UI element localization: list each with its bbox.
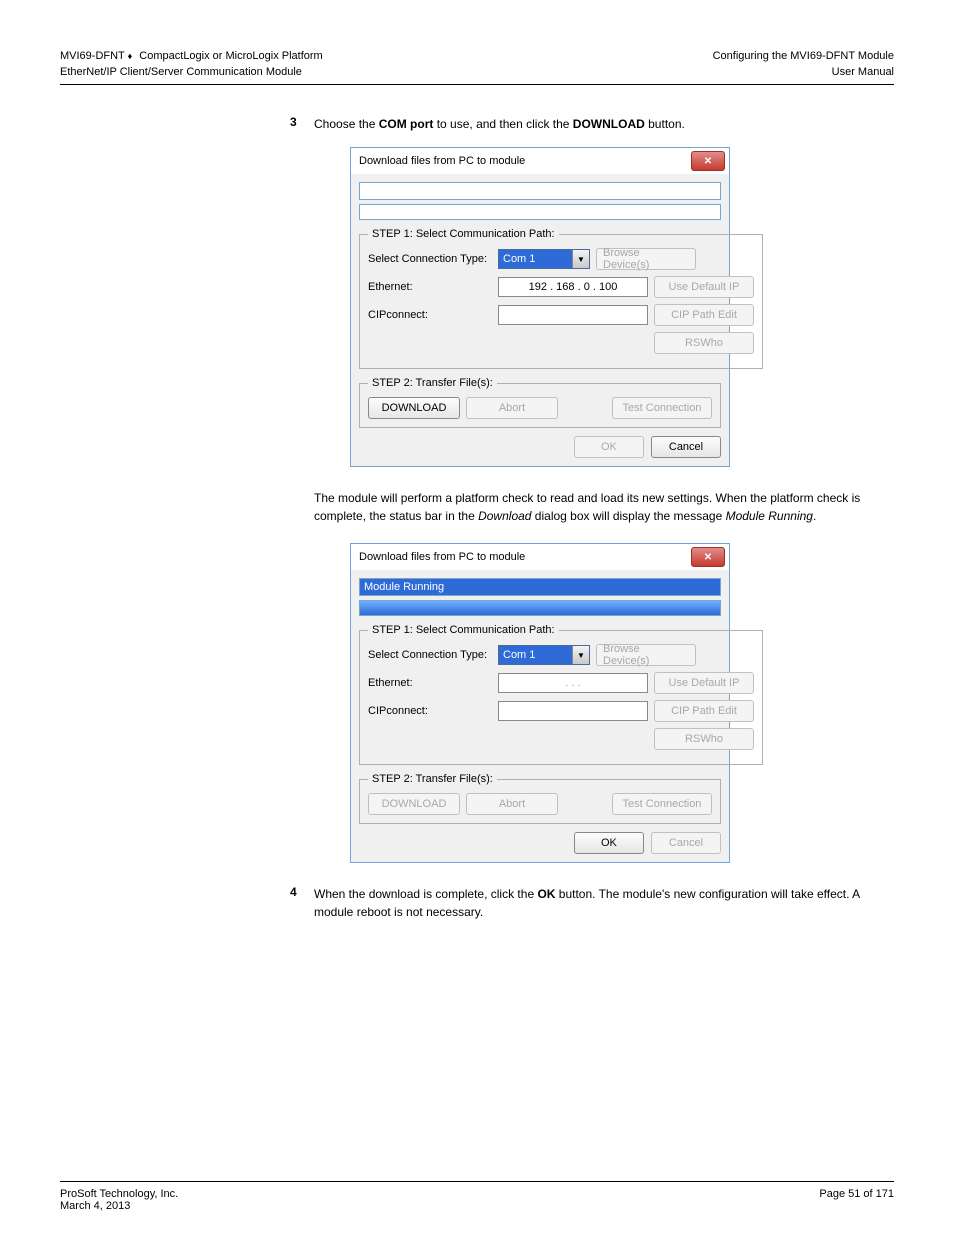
- ethernet-label: Ethernet:: [368, 677, 498, 689]
- step2-legend: STEP 2: Transfer File(s):: [368, 773, 497, 785]
- dialog-title-bar: Download files from PC to module ✕: [351, 148, 729, 174]
- ok-button[interactable]: OK: [574, 436, 644, 458]
- page-footer: ProSoft Technology, Inc. March 4, 2013 P…: [60, 1188, 894, 1212]
- step1-legend: STEP 1: Select Communication Path:: [368, 228, 559, 240]
- close-icon[interactable]: ✕: [691, 151, 725, 171]
- doc-header-line1: MVI69-DFNT ♦ CompactLogix or MicroLogix …: [60, 50, 894, 62]
- status-field: Module Running: [359, 578, 721, 596]
- cip-path-edit-button[interactable]: CIP Path Edit: [654, 304, 754, 326]
- download-button[interactable]: DOWNLOAD: [368, 793, 460, 815]
- select-connection-label: Select Connection Type:: [368, 649, 498, 661]
- use-default-ip-button[interactable]: Use Default IP: [654, 672, 754, 694]
- footer-date: March 4, 2013: [60, 1200, 819, 1212]
- diamond-icon: ♦: [128, 51, 133, 61]
- step-4-row: 4 When the download is complete, click t…: [290, 885, 864, 921]
- connection-type-combo[interactable]: Com 1 ▼: [498, 249, 590, 269]
- step-4-text: When the download is complete, click the…: [314, 885, 864, 921]
- platform-name: CompactLogix or MicroLogix Platform: [139, 50, 322, 62]
- ip-input[interactable]: 192 . 168 . 0 . 100: [498, 277, 648, 297]
- select-connection-label: Select Connection Type:: [368, 253, 498, 265]
- step-3-text: Choose the COM port to use, and then cli…: [314, 115, 685, 133]
- footer-page: Page 51 of 171: [819, 1188, 894, 1212]
- download-dialog-running: Download files from PC to module ✕ Modul…: [350, 543, 730, 863]
- header-right-2: User Manual: [400, 66, 894, 78]
- cip-path-input[interactable]: [498, 701, 648, 721]
- header-right-1: Configuring the MVI69-DFNT Module: [400, 50, 894, 62]
- step1-fieldset: STEP 1: Select Communication Path: Selec…: [359, 228, 763, 369]
- dialog-title: Download files from PC to module: [359, 155, 525, 167]
- cancel-button[interactable]: Cancel: [651, 832, 721, 854]
- download-dialog: Download files from PC to module ✕ STEP …: [350, 147, 730, 467]
- progress-bar: [359, 600, 721, 616]
- step-3-row: 3 Choose the COM port to use, and then c…: [290, 115, 864, 133]
- cancel-button[interactable]: Cancel: [651, 436, 721, 458]
- rswho-button[interactable]: RSWho: [654, 728, 754, 750]
- ip-input[interactable]: . . .: [498, 673, 648, 693]
- ethernet-label: Ethernet:: [368, 281, 498, 293]
- dialog-title: Download files from PC to module: [359, 551, 525, 563]
- cip-path-input[interactable]: [498, 305, 648, 325]
- test-connection-button[interactable]: Test Connection: [612, 397, 712, 419]
- cip-path-edit-button[interactable]: CIP Path Edit: [654, 700, 754, 722]
- chevron-down-icon[interactable]: ▼: [572, 646, 589, 664]
- step2-legend: STEP 2: Transfer File(s):: [368, 377, 497, 389]
- abort-button[interactable]: Abort: [466, 397, 558, 419]
- product-name: MVI69-DFNT: [60, 50, 128, 62]
- step1-fieldset: STEP 1: Select Communication Path: Selec…: [359, 624, 763, 765]
- connection-type-combo[interactable]: Com 1 ▼: [498, 645, 590, 665]
- footer-divider: [60, 1181, 894, 1182]
- status-field: [359, 182, 721, 200]
- abort-button[interactable]: Abort: [466, 793, 558, 815]
- step-3-number: 3: [290, 115, 314, 133]
- download-button[interactable]: DOWNLOAD: [368, 397, 460, 419]
- module-name: EtherNet/IP Client/Server Communication …: [60, 66, 400, 78]
- step-3-followup: The module will perform a platform check…: [314, 489, 864, 525]
- chevron-down-icon[interactable]: ▼: [572, 250, 589, 268]
- cipconnect-label: CIPconnect:: [368, 309, 498, 321]
- dialog-title-bar: Download files from PC to module ✕: [351, 544, 729, 570]
- browse-devices-button[interactable]: Browse Device(s): [596, 644, 696, 666]
- step1-legend: STEP 1: Select Communication Path:: [368, 624, 559, 636]
- cipconnect-label: CIPconnect:: [368, 705, 498, 717]
- ok-button[interactable]: OK: [574, 832, 644, 854]
- header-divider: [60, 84, 894, 85]
- step2-fieldset: STEP 2: Transfer File(s): DOWNLOAD Abort…: [359, 377, 721, 428]
- rswho-button[interactable]: RSWho: [654, 332, 754, 354]
- close-icon[interactable]: ✕: [691, 547, 725, 567]
- step-4-number: 4: [290, 885, 314, 921]
- progress-bar: [359, 204, 721, 220]
- use-default-ip-button[interactable]: Use Default IP: [654, 276, 754, 298]
- doc-header-line2: EtherNet/IP Client/Server Communication …: [60, 66, 894, 78]
- step2-fieldset: STEP 2: Transfer File(s): DOWNLOAD Abort…: [359, 773, 721, 824]
- test-connection-button[interactable]: Test Connection: [612, 793, 712, 815]
- browse-devices-button[interactable]: Browse Device(s): [596, 248, 696, 270]
- footer-company: ProSoft Technology, Inc.: [60, 1188, 819, 1200]
